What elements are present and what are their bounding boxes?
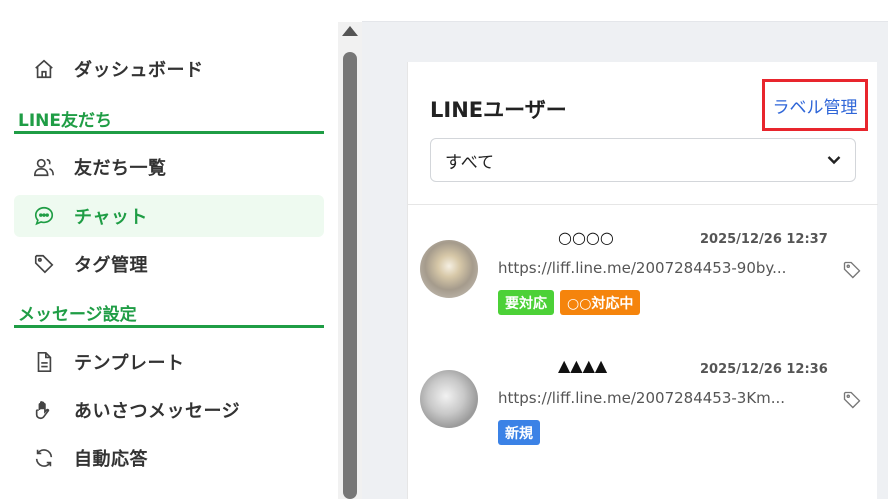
main-area: LINEユーザー ラベル管理 すべて ○○○○ 2025/12/26 12:37…: [362, 0, 888, 499]
sidebar-item-label: 友だち一覧: [74, 158, 167, 179]
tag-icon: [32, 252, 56, 276]
avatar: [420, 240, 478, 298]
filter-select[interactable]: すべて: [430, 138, 856, 182]
sidebar-item-label: あいさつメッセージ: [74, 401, 241, 422]
message-date: 2025/12/26 12:36: [700, 362, 828, 377]
sidebar-item-auto-reply[interactable]: 自動応答: [14, 437, 324, 479]
tag-list: 新規: [498, 420, 540, 445]
panel-title: LINEユーザー: [430, 98, 567, 122]
sidebar-item-label: テンプレート: [74, 353, 185, 374]
scroll-thumb[interactable]: [343, 52, 357, 499]
user-name: ○○○○: [558, 228, 614, 247]
tag-badge[interactable]: ○○対応中: [560, 290, 641, 315]
label-manage-link[interactable]: ラベル管理: [762, 79, 868, 131]
section-message-settings: メッセージ設定: [14, 300, 324, 328]
sidebar-scrollbar[interactable]: [338, 22, 362, 499]
user-list-item[interactable]: ○○○○ 2025/12/26 12:37 https://liff.line.…: [408, 212, 878, 332]
tag-icon[interactable]: [842, 260, 862, 280]
sidebar-item-tag-manage[interactable]: タグ管理: [14, 243, 324, 285]
users-icon: [32, 155, 56, 179]
refresh-icon: [32, 446, 56, 470]
line-users-panel: LINEユーザー ラベル管理 すべて ○○○○ 2025/12/26 12:37…: [407, 62, 878, 499]
avatar: [420, 370, 478, 428]
sidebar-item-dashboard[interactable]: ダッシュボード: [14, 48, 324, 90]
sidebar-item-label: チャット: [74, 207, 148, 228]
sidebar: ダッシュボード LINE友だち 友だち一覧 チャット タグ管理 メッセージ設定 …: [0, 0, 338, 499]
divider: [408, 204, 878, 205]
document-icon: [32, 350, 56, 374]
chat-icon: [32, 204, 56, 228]
sidebar-item-greeting[interactable]: あいさつメッセージ: [14, 389, 324, 431]
tag-list: 要対応 ○○対応中: [498, 290, 641, 315]
tag-icon[interactable]: [842, 390, 862, 410]
user-name: ▲▲▲▲: [558, 356, 608, 375]
section-divider: [14, 131, 324, 134]
sidebar-item-friends-list[interactable]: 友だち一覧: [14, 146, 324, 188]
section-line-friends: LINE友だち: [14, 106, 324, 134]
sidebar-item-label: 自動応答: [74, 449, 148, 470]
filter-selected-value: すべて: [445, 152, 495, 173]
section-divider: [14, 325, 324, 328]
tag-badge[interactable]: 要対応: [498, 290, 554, 315]
sidebar-item-label: タグ管理: [74, 255, 148, 276]
section-label: LINE友だち: [18, 111, 112, 131]
sidebar-item-label: ダッシュボード: [74, 60, 204, 81]
last-message: https://liff.line.me/2007284453-3Km...: [498, 389, 786, 407]
last-message: https://liff.line.me/2007284453-90by...: [498, 259, 787, 277]
chevron-down-icon: [827, 150, 841, 170]
home-icon: [32, 57, 56, 81]
tag-badge[interactable]: 新規: [498, 420, 540, 445]
section-label: メッセージ設定: [18, 305, 137, 325]
user-list-item[interactable]: ▲▲▲▲ 2025/12/26 12:36 https://liff.line.…: [408, 342, 878, 462]
hand-icon: [32, 398, 56, 422]
message-date: 2025/12/26 12:37: [700, 232, 828, 247]
top-bar: [362, 0, 888, 22]
scroll-up-arrow-icon[interactable]: [342, 26, 358, 36]
sidebar-item-chat[interactable]: チャット: [14, 195, 324, 237]
sidebar-item-template[interactable]: テンプレート: [14, 341, 324, 383]
